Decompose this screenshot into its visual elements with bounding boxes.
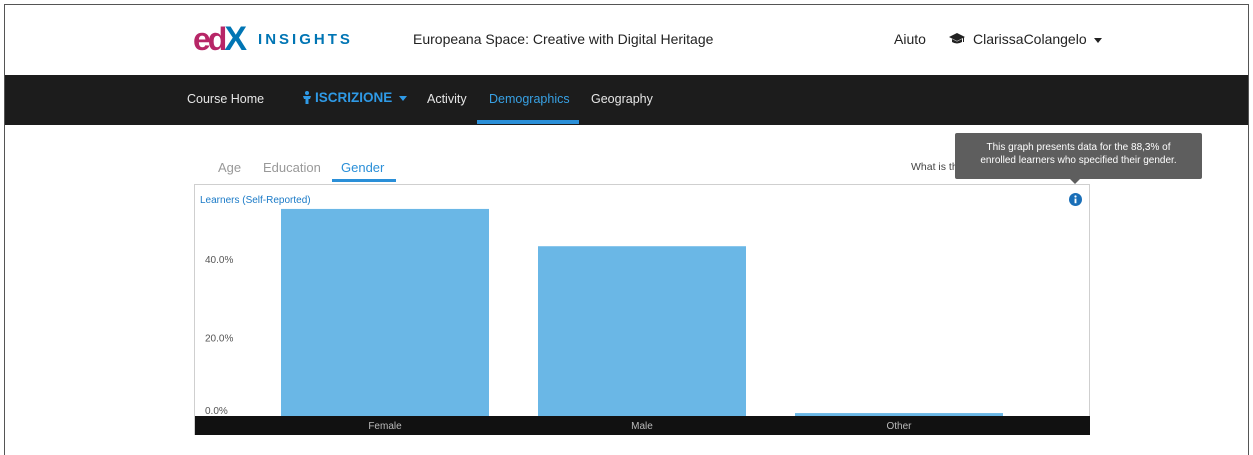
course-nav: Course Home ISCRIZIONE Activity Demograp… [5,75,1248,125]
tooltip-arrow [1070,179,1080,184]
x-tick-label: Female [368,421,402,432]
nav-active-indicator [477,120,579,124]
edx-logo: edX [193,20,247,58]
x-tick-label: Male [631,421,653,432]
tab-gender[interactable]: Gender [341,160,384,175]
gender-chart: Learners (Self-Reported) 0.0% 20.0% 40.0% … [194,184,1090,435]
graduation-cap-icon [949,33,965,44]
nav-demographics[interactable]: Demographics [489,92,570,106]
help-link[interactable]: Aiuto [894,31,926,47]
edx-insights-logo[interactable]: edX INSIGHTS [193,22,353,56]
tab-age[interactable]: Age [218,160,241,175]
nav-enrollment-dropdown[interactable]: ISCRIZIONE [302,90,408,105]
user-menu[interactable]: ClarissaColangelo [949,31,1102,47]
tooltip-line-2: enrolled learners who specified their ge… [980,155,1177,166]
x-tick-label: Other [886,421,912,432]
x-axis-labels: Female Male Other [368,421,912,432]
app-window: edX INSIGHTS Europeana Space: Creative w… [4,4,1249,455]
nav-activity[interactable]: Activity [427,92,467,106]
tab-education[interactable]: Education [263,160,321,175]
chevron-down-icon [1093,37,1102,43]
insights-wordmark: INSIGHTS [258,30,353,48]
nav-enrollment-label: ISCRIZIONE [315,90,393,105]
nav-course-home[interactable]: Course Home [187,92,264,106]
username: ClarissaColangelo [973,31,1087,47]
info-tooltip: This graph presents data for the 88,3% o… [955,133,1202,179]
tooltip-line-1: This graph presents data for the 88,3% o… [986,142,1171,153]
person-icon [303,91,311,104]
site-header: edX INSIGHTS Europeana Space: Creative w… [5,5,1248,75]
chevron-down-icon [399,96,408,101]
nav-geography[interactable]: Geography [591,92,653,106]
course-title: Europeana Space: Creative with Digital H… [413,31,714,47]
tab-active-indicator [332,179,396,182]
